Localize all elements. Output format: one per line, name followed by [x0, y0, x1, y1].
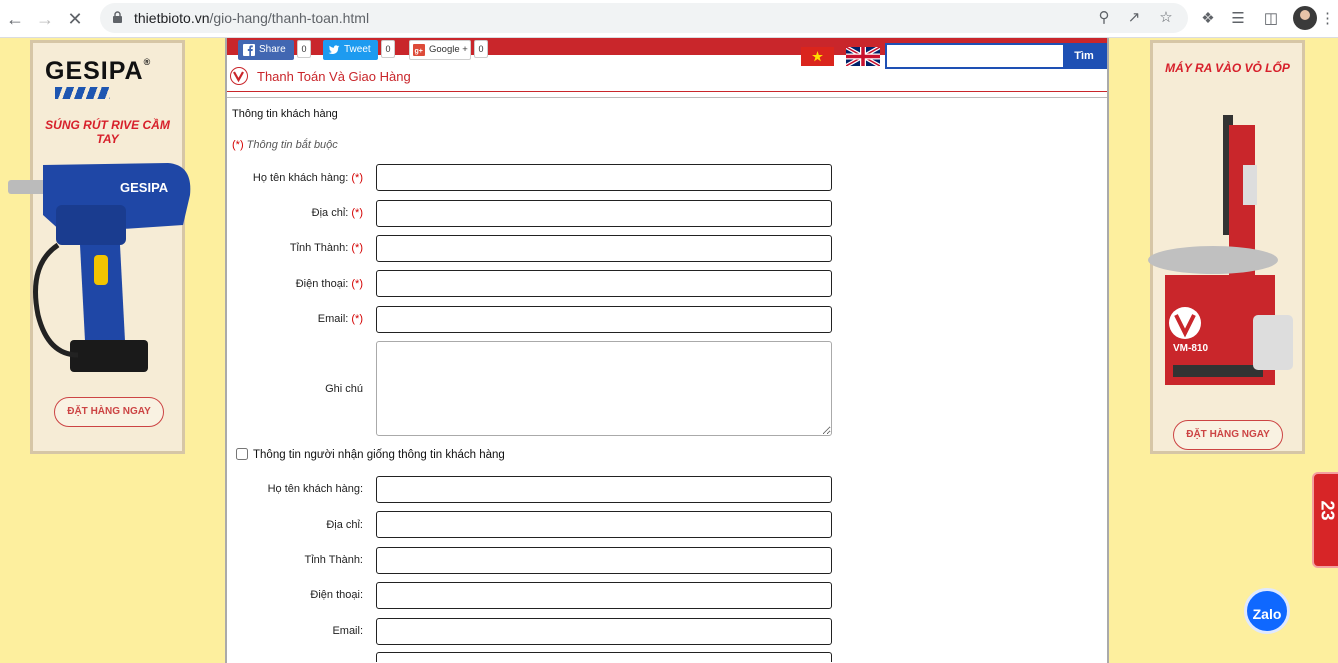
search-button[interactable]: Tìm: [1063, 45, 1105, 67]
customer-name-label: Họ tên khách hàng: (*): [252, 172, 363, 184]
vietnamese-flag-icon[interactable]: [801, 47, 834, 66]
search-box: Tìm: [885, 43, 1107, 69]
right-order-now-button[interactable]: ĐẶT HÀNG NGAY: [1173, 420, 1283, 450]
recipient-next-input[interactable]: [376, 652, 832, 662]
browser-toolbar: ← → ✕ thietbioto.vn/gio-hang/thanh-toan.…: [0, 0, 1338, 38]
search-input[interactable]: [889, 47, 1061, 65]
divider: [227, 97, 1107, 98]
same-as-customer-checkbox[interactable]: [236, 448, 248, 460]
same-as-customer-label[interactable]: Thông tin người nhận giống thông tin khá…: [253, 449, 505, 461]
menu-kebab-icon[interactable]: ⋮: [1320, 8, 1335, 30]
breadcrumb-logo-icon: [230, 67, 248, 85]
customer-section-title: Thông tin khách hàng: [232, 108, 338, 120]
url-text: thietbioto.vn/gio-hang/thanh-toan.html: [134, 10, 370, 26]
recipient-email-label: Email:: [332, 625, 363, 637]
rivet-gun-icon: GESIPA: [8, 163, 191, 372]
recipient-province-input[interactable]: [376, 547, 832, 574]
recipient-address-input[interactable]: [376, 511, 832, 538]
facebook-icon: [243, 44, 255, 56]
lock-icon: [113, 11, 122, 23]
customer-province-input[interactable]: [376, 235, 832, 262]
profile-avatar[interactable]: [1293, 6, 1317, 30]
side-panel-icon[interactable]: ◫: [1260, 8, 1282, 30]
google-plus-button[interactable]: g+ Google +: [409, 40, 471, 60]
extensions-puzzle-icon[interactable]: ❖: [1197, 8, 1219, 30]
recipient-phone-label: Điện thoại:: [310, 589, 363, 601]
customer-email-input[interactable]: [376, 306, 832, 333]
twitter-tweet-count: 0: [381, 40, 395, 58]
required-note: (*) Thông tin bắt buộc: [232, 139, 338, 151]
gesipa-logo: GESIPA®: [45, 57, 152, 85]
left-ad-banner[interactable]: GESIPA® SÚNG RÚT RIVE CẦM TAY GESIPA ĐẶT…: [8, 40, 191, 454]
recipient-phone-input[interactable]: [376, 582, 832, 609]
note-label: Ghi chú: [325, 383, 363, 395]
google-plus-icon: g+: [413, 44, 425, 56]
facebook-share-count: 0: [297, 40, 311, 58]
left-banner-title: SÚNG RÚT RIVE CẦM TAY: [45, 118, 170, 146]
recipient-name-label: Họ tên khách hàng:: [267, 483, 363, 495]
google-plus-count: 0: [474, 40, 488, 58]
checkout-panel: Share 0 Tweet 0 g+ Google + 0 Tìm Thanh …: [225, 38, 1109, 663]
recipient-province-label: Tỉnh Thành:: [304, 554, 363, 566]
back-arrow-icon[interactable]: ←: [3, 7, 27, 31]
customer-phone-label: Điện thoại: (*): [295, 278, 363, 290]
tool-brand-label: GESIPA: [120, 180, 169, 195]
customer-province-label: Tỉnh Thành: (*): [289, 242, 363, 254]
bookmark-star-icon[interactable]: ☆: [1156, 8, 1176, 28]
side-promo-tab[interactable]: 23: [1312, 472, 1338, 568]
note-textarea[interactable]: [376, 341, 832, 436]
zalo-chat-button[interactable]: Zalo: [1244, 588, 1290, 634]
twitter-bird-icon: [328, 45, 340, 54]
english-flag-icon[interactable]: [845, 45, 881, 68]
customer-address-label: Địa chỉ: (*): [311, 207, 363, 219]
left-order-now-button[interactable]: ĐẶT HÀNG NGAY: [54, 397, 164, 427]
divider: [227, 91, 1107, 92]
logo-stripes-icon: [55, 87, 110, 99]
customer-phone-input[interactable]: [376, 270, 832, 297]
tire-changer-icon: VM-810: [1148, 115, 1293, 385]
forward-arrow-icon[interactable]: →: [33, 7, 57, 31]
breadcrumb[interactable]: Thanh Toán Và Giao Hàng: [257, 69, 411, 84]
media-playlist-icon[interactable]: ☰: [1227, 8, 1249, 30]
twitter-tweet-button[interactable]: Tweet: [323, 40, 378, 60]
customer-name-input[interactable]: [376, 164, 832, 191]
facebook-share-button[interactable]: Share: [238, 40, 294, 60]
recipient-email-input[interactable]: [376, 618, 832, 645]
right-ad-banner[interactable]: MÁY RA VÀO VỎ LỐP VM-810 ĐẶT HÀNG NGAY: [1148, 40, 1305, 454]
right-banner-title: MÁY RA VÀO VỎ LỐP: [1165, 61, 1290, 75]
share-page-icon[interactable]: ↗: [1124, 8, 1144, 28]
address-bar[interactable]: thietbioto.vn/gio-hang/thanh-toan.html ⚲…: [100, 3, 1188, 33]
svg-text:g+: g+: [415, 48, 423, 55]
customer-email-label: Email: (*): [317, 313, 363, 325]
recipient-name-input[interactable]: [376, 476, 832, 503]
stop-loading-icon[interactable]: ✕: [63, 7, 87, 31]
zoom-icon[interactable]: ⚲: [1094, 8, 1114, 28]
recipient-address-label: Địa chỉ:: [326, 519, 363, 531]
side-tab-number: 23: [1317, 500, 1338, 521]
customer-address-input[interactable]: [376, 200, 832, 227]
model-label: VM-810: [1173, 343, 1208, 354]
